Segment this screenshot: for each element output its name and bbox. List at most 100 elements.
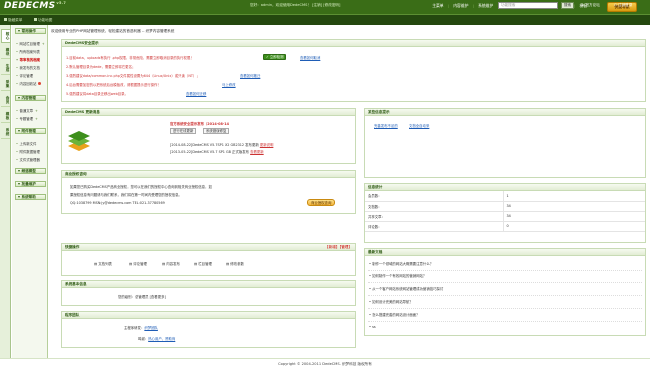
shortcut-comments[interactable]: ▤ 评论管理 [129,261,147,266]
menu-item-attach-data[interactable]: 附件数据管理 [16,149,48,154]
menu-item-my-docs[interactable]: 我发布的文档 [16,65,48,70]
team-dev: 主程序研发：织梦团队 [124,326,158,330]
list-item[interactable]: • 从一个客户网站系统网站管理成功营销技巧探讨 [369,286,443,291]
online-update-button[interactable]: 进行在线更新 [170,128,197,134]
footer: Copyright © 2004-2011 DedeCMS. 织梦科技 版权所有 [0,358,650,370]
tab-templates[interactable]: 模板 [1,109,10,123]
divider [368,282,642,283]
chevron-down-icon [18,30,20,32]
chevron-down-icon [18,170,20,172]
divider [368,321,642,322]
menu-item-upload[interactable]: 上传新文件 [16,141,48,146]
top-nav-item[interactable]: 系统维护 [474,3,498,9]
security-panel: DedeCMS安全提示 ✓ 立即检测 1.目前data、uploads有执行 .… [61,39,646,102]
chevron-down-icon [18,183,20,185]
tab-generate[interactable]: 生成 [1,61,10,75]
menu-section-common[interactable]: 常用操作 [15,28,46,34]
stat-value: 1 [502,191,645,202]
security-line-1: 1.目前data、uploads有执行 .php权限，非常危险，需要立即取消目录… [66,56,194,60]
chevron-down-icon [18,196,20,198]
commercial-text-1: 如果您已购买DedeCMS产品商业授权，您可以在我们的授权中心查询到相关商业授权… [70,185,212,189]
security-link-1[interactable]: 查看如何取消 [300,55,320,60]
menu-item-columns[interactable]: 网站栏目管理+ [16,41,48,46]
user-level: 您的级别：总管理员 [查看更多] [118,295,166,299]
top-nav-item[interactable]: 主菜单 [428,3,448,9]
sysinfo-panel: 系统基本信息 您的级别：总管理员 [查看更多] [61,280,356,306]
tab-core[interactable]: 核心 [1,29,10,43]
tab-modules[interactable]: 模块 [1,45,10,59]
add-icon[interactable]: + [42,42,45,46]
check-now-button[interactable]: ✓ 立即检测 [263,54,287,60]
menu-section-attachments[interactable]: 附件管理 [15,128,46,134]
fix-errors-button[interactable]: 系统错误修复 [203,128,230,134]
update-line-2: [2013-05-22]DedeCMS V5.7 SP1 GB 正式版发布 查看… [170,150,264,154]
shortcut-columns[interactable]: ▤ 栏目管理 [194,261,212,266]
license-query-button[interactable]: 商业授权查询 [307,199,336,206]
exit-icon: ⏻ [614,3,617,7]
menu-item-recycle[interactable]: 内容回收站 [16,81,48,86]
shortcut-publish[interactable]: ▤ 内容发布 [162,261,180,266]
tip-link[interactable]: 完善发布不足的 [374,123,398,128]
thanks-link[interactable]: 热心用户、赞助商 [148,337,175,341]
shortcut-settings[interactable]: ▤ 修改参数 [226,261,244,266]
layers-icon [66,127,92,153]
menu-item-article[interactable]: 普通文章+ [16,108,48,113]
list-item[interactable]: • ss [369,325,376,329]
menu-item-topics[interactable]: 专题管理+ [16,116,48,121]
stat-value: 0 [502,221,645,232]
chevron-down-icon [18,130,20,132]
list-item[interactable]: • 如何制作一个有效网站的营销网站？ [369,273,426,278]
official-forum-link[interactable]: ⌂ 官方论坛 [582,3,600,8]
commercial-text-2: 果授权信息有问题请与我们联系，我们将在第一时间内受理您的授权信息。 [70,193,182,197]
map-icon [34,18,37,21]
top-nav-item[interactable]: 内容维护 [449,3,473,9]
security-link-2[interactable]: 查看如何搬迁 [240,73,260,78]
commercial-contact: QQ:1038799 MSN:jy@dedecms.com TEL:021-37… [70,201,165,205]
stat-label: 评论数： [365,221,503,232]
view-update-link[interactable]: 查看更新 [250,150,264,154]
menu-section-content[interactable]: 内容管理 [15,95,46,101]
function-search-input[interactable]: 功能搜索 [498,2,558,9]
menu-item-file-manager[interactable]: 文件式管理器 [16,157,48,162]
menu-item-comments[interactable]: 评论管理 [16,73,48,78]
shortcut-doc-list[interactable]: ▤ 文档列表 [94,261,112,266]
list-item[interactable]: • 制作一个领域的网站大概需要注意什么？ [369,261,433,266]
team-panel: 程序团队 主程序研发：织梦团队 鸣谢：热心用户、赞助商 [61,311,356,348]
list-item[interactable]: • 怎么搭建完善的网站设计面面？ [369,312,420,317]
shortcuts-actions[interactable]: 【新增】【管理】 [325,244,355,250]
function-map-link[interactable]: 功能地图 [34,18,52,23]
team-thanks: 鸣谢：热心用户、赞助商 [138,337,176,341]
user-greeting[interactable]: 您好：admin，欢迎使用DedeCMS！ [注销] [修改密码] [250,3,340,8]
table-row: 文档数： 34 [365,201,645,212]
list-item[interactable]: • 如何设计完美的网站导航？ [369,299,413,304]
dev-team-link[interactable]: 织梦团队 [144,326,158,330]
stat-label: 文档数： [365,201,503,212]
grid-icon [4,18,7,21]
secondary-bar: 隐藏菜单 功能地图 [0,14,650,25]
security-link-3[interactable]: 马上修改 [222,82,236,87]
tab-collect[interactable]: 采集 [1,77,10,91]
update-notes-link[interactable]: 更新说明 [260,143,274,147]
search-button[interactable]: 搜索 [561,2,574,9]
add-icon[interactable]: + [35,109,38,113]
app-logo[interactable]: DEDECMSv5.7 [4,1,66,11]
menu-item-pending[interactable]: 等审核的档案 [16,57,48,62]
security-link-4[interactable]: 查看如何迁移 [186,91,206,96]
hide-menu-link[interactable]: 隐藏菜单 [4,18,22,23]
update-news-title[interactable]: 官方系统安全提示发布（2014-08-14 [170,121,229,126]
menu-item-all-docs[interactable]: 所有档案列表 [16,49,48,54]
logout-link[interactable]: ⏻ 注销登录 [614,3,632,8]
menu-section-channel[interactable]: 频道模型 [15,168,46,174]
tip-link[interactable]: 文档全自动采 [409,123,429,128]
tips-panel: 某些信息提示 完善发布不足的 文档全自动采 [364,108,646,178]
security-line-2: 2.默认管理目录为dede，需要立即将它更名； [66,65,136,69]
tab-members[interactable]: 会员 [1,93,10,107]
menu-section-batch[interactable]: 批量维护 [15,181,46,187]
menu-section-help[interactable]: 系统帮助 [15,194,46,200]
tab-system[interactable]: 系统 [1,125,10,139]
shield-icon [38,82,42,85]
add-icon[interactable]: + [35,117,38,121]
security-line-3: 3.强烈建议data/common.inc.php文件属性设置为644（Linu… [66,74,200,78]
user-level-value[interactable]: 总管理员 [查看更多] [135,295,166,299]
panel-title: 快捷操作 【新增】【管理】 [62,244,355,251]
